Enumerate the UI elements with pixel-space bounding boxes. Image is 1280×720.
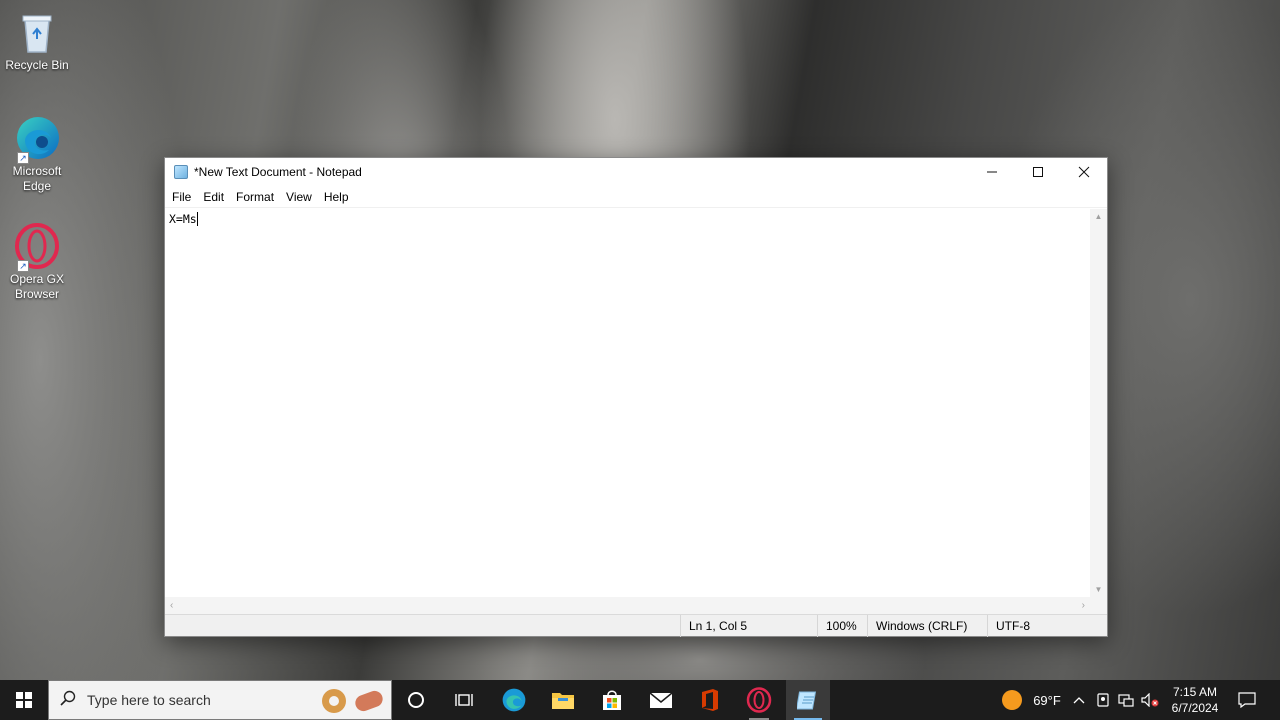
search-highlight-icon	[319, 687, 385, 720]
close-button[interactable]	[1061, 158, 1107, 186]
scroll-up-icon[interactable]: ▲	[1090, 212, 1107, 221]
scrollbar-corner	[1090, 597, 1107, 614]
weather-widget[interactable]: 69°F	[994, 680, 1068, 720]
text-caret	[196, 212, 198, 226]
tray-network[interactable]	[1115, 680, 1137, 720]
status-encoding: UTF-8	[987, 615, 1030, 637]
taskbar-search[interactable]: Type here to search	[48, 680, 392, 720]
windows-logo-icon	[16, 692, 32, 708]
minimize-button[interactable]	[969, 158, 1015, 186]
desktop-icon-label: Recycle Bin	[5, 58, 69, 72]
tray-volume[interactable]	[1138, 680, 1162, 720]
menu-edit[interactable]: Edit	[197, 190, 230, 204]
opera-gx-icon	[746, 687, 772, 713]
network-icon	[1118, 694, 1134, 707]
desktop-icon-label: Microsoft Edge	[12, 164, 62, 193]
search-placeholder: Type here to search	[87, 692, 211, 708]
shortcut-arrow-icon: ↗	[17, 260, 29, 272]
status-bar: Ln 1, Col 5 100% Windows (CRLF) UTF-8	[165, 614, 1107, 637]
cortana-icon	[408, 692, 424, 708]
desktop-icon-recycle-bin[interactable]: Recycle Bin	[2, 8, 72, 73]
taskbar-mail[interactable]	[639, 680, 683, 720]
taskbar: Type here to search 69°F 7:15 AM 6/7/202…	[0, 680, 1280, 720]
notepad-icon	[797, 691, 817, 710]
desktop-icon-label: Opera GX Browser	[9, 272, 65, 301]
scroll-down-icon[interactable]: ▼	[1090, 585, 1107, 594]
notification-icon	[1238, 692, 1256, 708]
opera-gx-icon: ↗	[13, 222, 61, 272]
scroll-right-icon[interactable]: ›	[1082, 597, 1085, 614]
scroll-left-icon[interactable]: ‹	[170, 597, 173, 614]
weather-temp: 69°F	[1033, 692, 1061, 708]
clock-date: 6/7/2024	[1171, 701, 1219, 715]
recycle-bin-icon	[13, 8, 61, 56]
notification-center-button[interactable]	[1232, 680, 1262, 720]
taskbar-edge[interactable]	[492, 680, 536, 720]
menu-file[interactable]: File	[166, 190, 197, 204]
title-bar[interactable]: *New Text Document - Notepad	[165, 158, 1107, 186]
menu-format[interactable]: Format	[230, 190, 280, 204]
microsoft-store-icon	[603, 690, 621, 710]
notepad-window[interactable]: *New Text Document - Notepad File Edit F…	[164, 157, 1108, 637]
mail-icon	[649, 692, 673, 708]
status-position: Ln 1, Col 5	[680, 615, 747, 637]
office-icon	[702, 689, 718, 711]
horizontal-scrollbar[interactable]: ‹ ›	[165, 597, 1090, 614]
file-explorer-icon	[552, 693, 574, 709]
menu-view[interactable]: View	[280, 190, 318, 204]
notepad-icon	[174, 165, 188, 179]
show-hidden-icons-button[interactable]	[1068, 680, 1090, 720]
editor-content: X=Ms	[169, 212, 197, 226]
edge-icon	[502, 688, 526, 712]
search-icon	[49, 690, 87, 711]
maximize-button[interactable]	[1015, 158, 1061, 186]
tray-meet-now[interactable]	[1092, 680, 1114, 720]
sun-icon	[1002, 690, 1023, 710]
menu-help[interactable]: Help	[318, 190, 355, 204]
taskbar-notepad[interactable]	[786, 680, 830, 720]
camera-icon	[1097, 693, 1109, 707]
clock-time: 7:15 AM	[1172, 685, 1218, 699]
task-view-icon	[455, 694, 473, 706]
menu-bar: File Edit Format View Help	[165, 186, 1107, 208]
taskbar-microsoft-store[interactable]	[590, 680, 634, 720]
edge-icon: ↗	[13, 114, 61, 164]
taskbar-file-explorer[interactable]	[541, 680, 585, 720]
clock[interactable]: 7:15 AM 6/7/2024	[1164, 680, 1226, 720]
chevron-up-icon	[1073, 697, 1085, 704]
taskbar-opera-gx[interactable]	[737, 680, 781, 720]
taskbar-office[interactable]	[688, 680, 732, 720]
desktop-icon-microsoft-edge[interactable]: ↗ Microsoft Edge	[2, 114, 72, 194]
start-button[interactable]	[0, 680, 48, 720]
minimize-icon	[987, 171, 997, 173]
volume-muted-icon	[1141, 693, 1159, 707]
shortcut-arrow-icon: ↗	[17, 152, 29, 164]
text-editor[interactable]: X=Ms	[165, 209, 1090, 597]
status-zoom: 100%	[817, 615, 857, 637]
cortana-button[interactable]	[396, 680, 436, 720]
desktop-icon-opera-gx[interactable]: ↗ Opera GX Browser	[2, 222, 72, 302]
task-view-button[interactable]	[444, 680, 484, 720]
window-title: *New Text Document - Notepad	[194, 165, 362, 179]
close-icon	[1078, 166, 1090, 178]
maximize-icon	[1033, 167, 1043, 177]
status-line-ending: Windows (CRLF)	[867, 615, 967, 637]
vertical-scrollbar[interactable]: ▲ ▼	[1090, 209, 1107, 597]
